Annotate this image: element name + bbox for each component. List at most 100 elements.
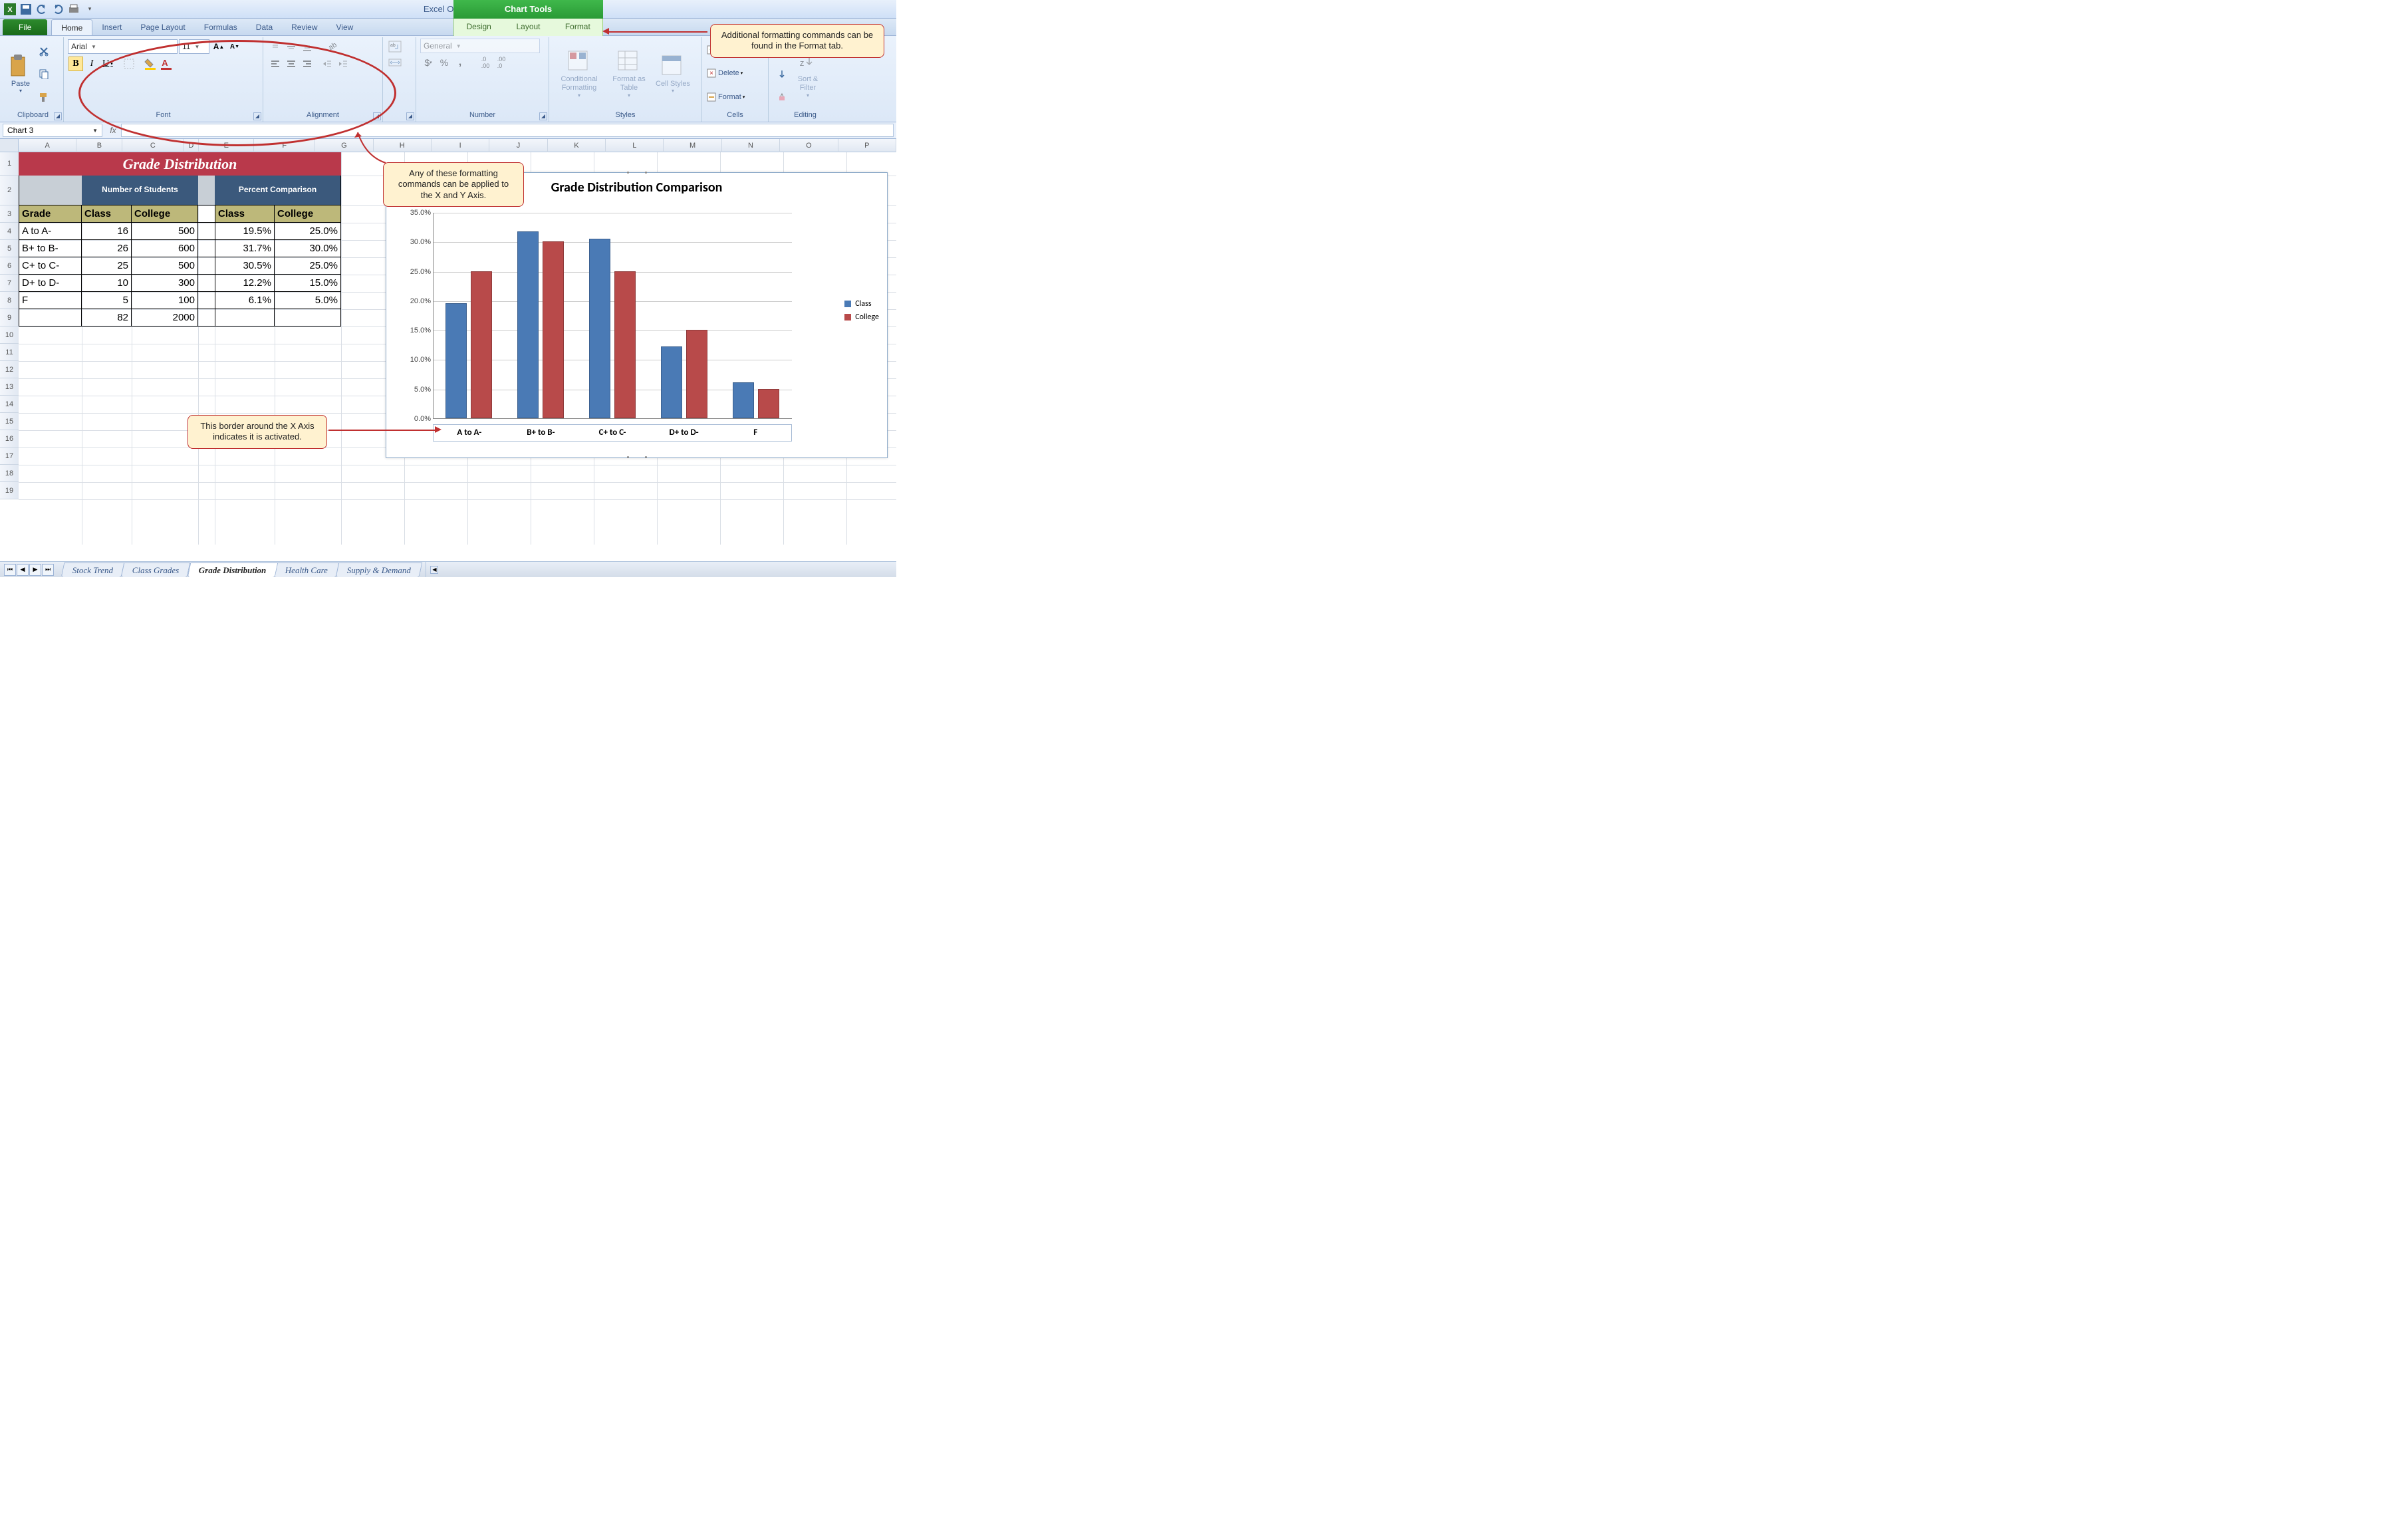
tab-chart-design[interactable]: Design bbox=[454, 19, 503, 35]
class-num-header: Class bbox=[82, 205, 132, 223]
x-axis[interactable]: A to A-B+ to B-C+ to C-D+ to D-F bbox=[433, 424, 792, 442]
increase-decimal-icon[interactable]: .0.00 bbox=[478, 55, 493, 70]
row-header[interactable]: 6 bbox=[0, 257, 19, 275]
paste-button[interactable]: Paste ▾ bbox=[7, 39, 35, 110]
decrease-decimal-icon[interactable]: .00.0 bbox=[494, 55, 509, 70]
sheet-nav-prev-icon[interactable]: ◀ bbox=[17, 564, 29, 576]
tab-chart-layout[interactable]: Layout bbox=[503, 19, 553, 35]
copy-icon[interactable] bbox=[37, 66, 51, 81]
column-header[interactable]: N bbox=[722, 139, 780, 152]
merge-center-icon[interactable] bbox=[388, 55, 402, 70]
column-header[interactable]: K bbox=[548, 139, 606, 152]
y-tick-label: 35.0% bbox=[410, 209, 434, 217]
undo-icon[interactable] bbox=[35, 2, 49, 17]
row-header[interactable]: 19 bbox=[0, 482, 19, 499]
row-header[interactable]: 3 bbox=[0, 205, 19, 223]
row-header[interactable]: 13 bbox=[0, 378, 19, 396]
row-header[interactable]: 16 bbox=[0, 430, 19, 448]
select-all-corner[interactable] bbox=[0, 139, 19, 152]
save-icon[interactable] bbox=[19, 2, 33, 17]
column-header[interactable]: B bbox=[76, 139, 122, 152]
row-header[interactable]: 11 bbox=[0, 344, 19, 361]
sheet-tab[interactable]: Grade Distribution bbox=[187, 563, 277, 577]
row-header[interactable]: 9 bbox=[0, 309, 19, 326]
tab-page-layout[interactable]: Page Layout bbox=[131, 19, 194, 35]
bar-college[interactable] bbox=[471, 271, 492, 418]
format-as-table-button[interactable]: Format as Table▾ bbox=[605, 39, 653, 110]
bar-college[interactable] bbox=[686, 330, 707, 418]
cut-icon[interactable] bbox=[37, 44, 51, 59]
column-header[interactable]: J bbox=[489, 139, 547, 152]
bar-class[interactable] bbox=[733, 382, 754, 418]
sheet-tab[interactable]: Supply & Demand bbox=[336, 563, 423, 577]
bar-class[interactable] bbox=[517, 231, 539, 418]
row-headers[interactable]: 12345678910111213141516171819 bbox=[0, 152, 19, 499]
row-header[interactable]: 18 bbox=[0, 465, 19, 482]
column-headers[interactable]: ABCDEFGHIJKLMNOP bbox=[19, 139, 896, 152]
row-header[interactable]: 17 bbox=[0, 448, 19, 465]
number-format-combo[interactable]: General▼ bbox=[420, 39, 540, 53]
column-header[interactable]: M bbox=[664, 139, 721, 152]
row-header[interactable]: 4 bbox=[0, 223, 19, 240]
tab-data[interactable]: Data bbox=[247, 19, 282, 35]
tab-chart-format[interactable]: Format bbox=[553, 19, 602, 35]
tab-formulas[interactable]: Formulas bbox=[195, 19, 247, 35]
chart-object[interactable]: Grade Distribution Comparison 0.0%5.0%10… bbox=[386, 172, 888, 458]
column-header[interactable]: L bbox=[606, 139, 664, 152]
name-box[interactable]: Chart 3▼ bbox=[3, 124, 102, 137]
number-dialog-icon[interactable]: ◢ bbox=[539, 112, 547, 120]
delete-cells-label[interactable]: Delete bbox=[718, 69, 739, 77]
wrap-text-icon[interactable]: ab bbox=[388, 39, 402, 54]
sheet-nav-next-icon[interactable]: ▶ bbox=[29, 564, 41, 576]
bar-class[interactable] bbox=[589, 239, 610, 418]
tab-review[interactable]: Review bbox=[282, 19, 326, 35]
format-cells-label[interactable]: Format bbox=[718, 93, 741, 101]
format-painter-icon[interactable] bbox=[37, 90, 51, 104]
data-table: Grade Distribution Number of Students Pe… bbox=[19, 152, 341, 326]
qat-customize-icon[interactable]: ▾ bbox=[82, 2, 97, 17]
tab-insert[interactable]: Insert bbox=[92, 19, 131, 35]
sheet-nav-last-icon[interactable]: ⏭ bbox=[42, 564, 54, 576]
clear-icon[interactable] bbox=[775, 90, 789, 104]
sheet-tab[interactable]: Stock Trend bbox=[61, 563, 125, 577]
cell-styles-button[interactable]: Cell Styles▾ bbox=[653, 39, 693, 110]
print-icon[interactable] bbox=[66, 2, 81, 17]
bar-college[interactable] bbox=[614, 271, 636, 418]
sheet-nav-first-icon[interactable]: ⏮ bbox=[4, 564, 16, 576]
tab-home[interactable]: Home bbox=[51, 19, 92, 35]
column-header[interactable]: A bbox=[19, 139, 76, 152]
column-header[interactable]: I bbox=[432, 139, 489, 152]
row-header[interactable]: 5 bbox=[0, 240, 19, 257]
conditional-formatting-button[interactable]: Conditional Formatting▾ bbox=[553, 39, 605, 110]
bar-college[interactable] bbox=[543, 241, 564, 418]
y-tick-label: 10.0% bbox=[410, 356, 434, 364]
column-header[interactable]: O bbox=[780, 139, 838, 152]
chart-legend[interactable]: Class College bbox=[844, 299, 879, 326]
row-header[interactable]: 14 bbox=[0, 396, 19, 413]
bar-college[interactable] bbox=[758, 389, 779, 418]
align-dialog-icon2[interactable]: ◢ bbox=[406, 112, 414, 120]
column-header[interactable]: P bbox=[838, 139, 896, 152]
row-header[interactable]: 10 bbox=[0, 326, 19, 344]
row-header[interactable]: 15 bbox=[0, 413, 19, 430]
bar-class[interactable] bbox=[661, 346, 682, 418]
hscroll-left-icon[interactable]: ◀ bbox=[430, 566, 438, 574]
row-header[interactable]: 7 bbox=[0, 275, 19, 292]
percent-icon[interactable]: % bbox=[437, 55, 451, 70]
sheet-tab[interactable]: Health Care bbox=[274, 563, 340, 577]
bar-class[interactable] bbox=[445, 303, 467, 418]
tab-view[interactable]: View bbox=[327, 19, 363, 35]
redo-icon[interactable] bbox=[51, 2, 65, 17]
clipboard-dialog-icon[interactable]: ◢ bbox=[54, 112, 62, 120]
row-header[interactable]: 1 bbox=[0, 152, 19, 176]
plot-area[interactable]: 0.0%5.0%10.0%15.0%20.0%25.0%30.0%35.0% bbox=[433, 213, 792, 419]
sheet-tab[interactable]: Class Grades bbox=[121, 563, 191, 577]
file-tab[interactable]: File bbox=[3, 19, 47, 35]
fill-icon[interactable] bbox=[775, 66, 789, 81]
row-header[interactable]: 12 bbox=[0, 361, 19, 378]
bold-button[interactable]: B bbox=[68, 57, 83, 71]
accounting-icon[interactable]: $▾ bbox=[421, 55, 436, 70]
row-header[interactable]: 2 bbox=[0, 176, 19, 205]
comma-icon[interactable]: , bbox=[453, 55, 467, 70]
row-header[interactable]: 8 bbox=[0, 292, 19, 309]
